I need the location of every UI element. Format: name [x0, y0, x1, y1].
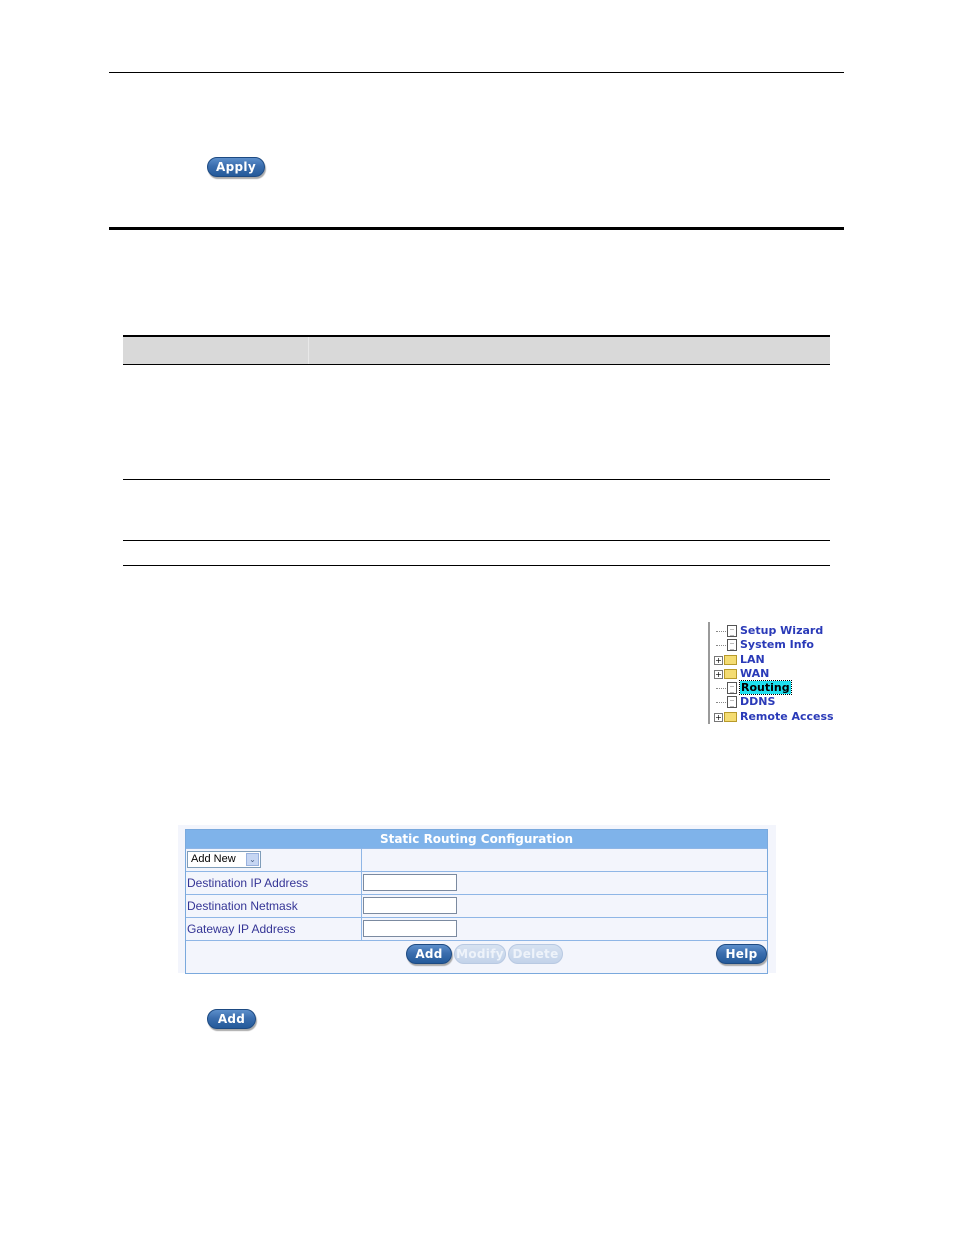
- table-row: [123, 481, 830, 539]
- table-row-divider: [123, 479, 830, 480]
- add-route-button[interactable]: Add: [406, 944, 452, 964]
- field-label: Destination Netmask: [186, 895, 362, 917]
- tree-connector-line: [708, 622, 710, 724]
- destination-netmask-input[interactable]: [363, 897, 457, 914]
- field-row-destination-ip: Destination IP Address: [186, 871, 767, 894]
- tree-connector: [716, 687, 726, 689]
- page-icon: [727, 682, 737, 694]
- expand-icon[interactable]: +: [714, 655, 723, 665]
- tree-connector: [716, 644, 726, 646]
- tree-item-label: Routing: [739, 680, 792, 695]
- mode-cell: Add New ⌄: [186, 849, 362, 871]
- page-icon: [727, 696, 737, 708]
- table-bottom-rule: [123, 565, 830, 566]
- mode-select-value: Add New: [191, 853, 236, 865]
- static-routing-form: Static Routing Configuration Add New ⌄ D…: [185, 829, 768, 974]
- tree-connector: [716, 630, 726, 632]
- folder-icon: [724, 655, 737, 665]
- page-icon: [727, 639, 737, 651]
- tree-item-label: DDNS: [740, 695, 776, 708]
- gateway-ip-input[interactable]: [363, 920, 457, 937]
- tree-item-label: System Info: [740, 638, 814, 651]
- static-routing-panel: Static Routing Configuration Add New ⌄ D…: [178, 825, 776, 974]
- tree-item-remote-access[interactable]: + Remote Access: [714, 710, 834, 724]
- field-label: Gateway IP Address: [186, 918, 362, 940]
- field-row-gateway-ip: Gateway IP Address: [186, 917, 767, 940]
- tree-connector: [716, 701, 726, 703]
- tree-item-label: Remote Access: [740, 710, 834, 723]
- field-row-destination-netmask: Destination Netmask: [186, 894, 767, 917]
- header-rule: [109, 72, 844, 73]
- folder-icon: [724, 669, 737, 679]
- table-row-divider: [123, 364, 830, 365]
- section-divider: [109, 227, 844, 230]
- header-column-separator: [308, 337, 309, 364]
- destination-ip-input[interactable]: [363, 874, 457, 891]
- doc-table-header: [123, 335, 830, 364]
- expand-icon[interactable]: +: [714, 712, 723, 722]
- tree-item-label: LAN: [740, 653, 765, 666]
- apply-button[interactable]: Apply: [207, 157, 265, 177]
- tree-item-routing[interactable]: Routing: [716, 680, 792, 695]
- tree-item-wan[interactable]: + WAN: [714, 667, 769, 681]
- mode-select[interactable]: Add New ⌄: [187, 851, 261, 868]
- tree-item-ddns[interactable]: DDNS: [716, 695, 775, 709]
- tree-item-label: Setup Wizard: [740, 624, 824, 637]
- modify-route-button[interactable]: Modify: [454, 944, 506, 964]
- tree-item-lan[interactable]: + LAN: [714, 653, 765, 667]
- tree-item-setup-wizard[interactable]: Setup Wizard: [716, 624, 823, 638]
- tree-item-label: WAN: [740, 667, 770, 680]
- table-row: [123, 366, 830, 478]
- nav-tree: Setup Wizard System Info + LAN + WAN Routi…: [708, 622, 842, 724]
- field-label: Destination IP Address: [186, 872, 362, 894]
- mode-row-empty-cell: [363, 849, 767, 871]
- add-button[interactable]: Add: [207, 1009, 256, 1029]
- expand-icon[interactable]: +: [714, 669, 723, 679]
- mode-row: Add New ⌄: [186, 848, 767, 871]
- help-button[interactable]: Help: [716, 944, 767, 964]
- chevron-down-icon[interactable]: ⌄: [246, 853, 259, 866]
- button-row: Add Modify Delete Help: [186, 940, 767, 973]
- table-row-divider: [123, 540, 830, 541]
- folder-icon: [724, 712, 737, 722]
- delete-route-button[interactable]: Delete: [508, 944, 563, 964]
- page-icon: [727, 625, 737, 637]
- tree-item-system-info[interactable]: System Info: [716, 638, 814, 652]
- table-row: [123, 542, 830, 564]
- panel-title: Static Routing Configuration: [186, 830, 767, 848]
